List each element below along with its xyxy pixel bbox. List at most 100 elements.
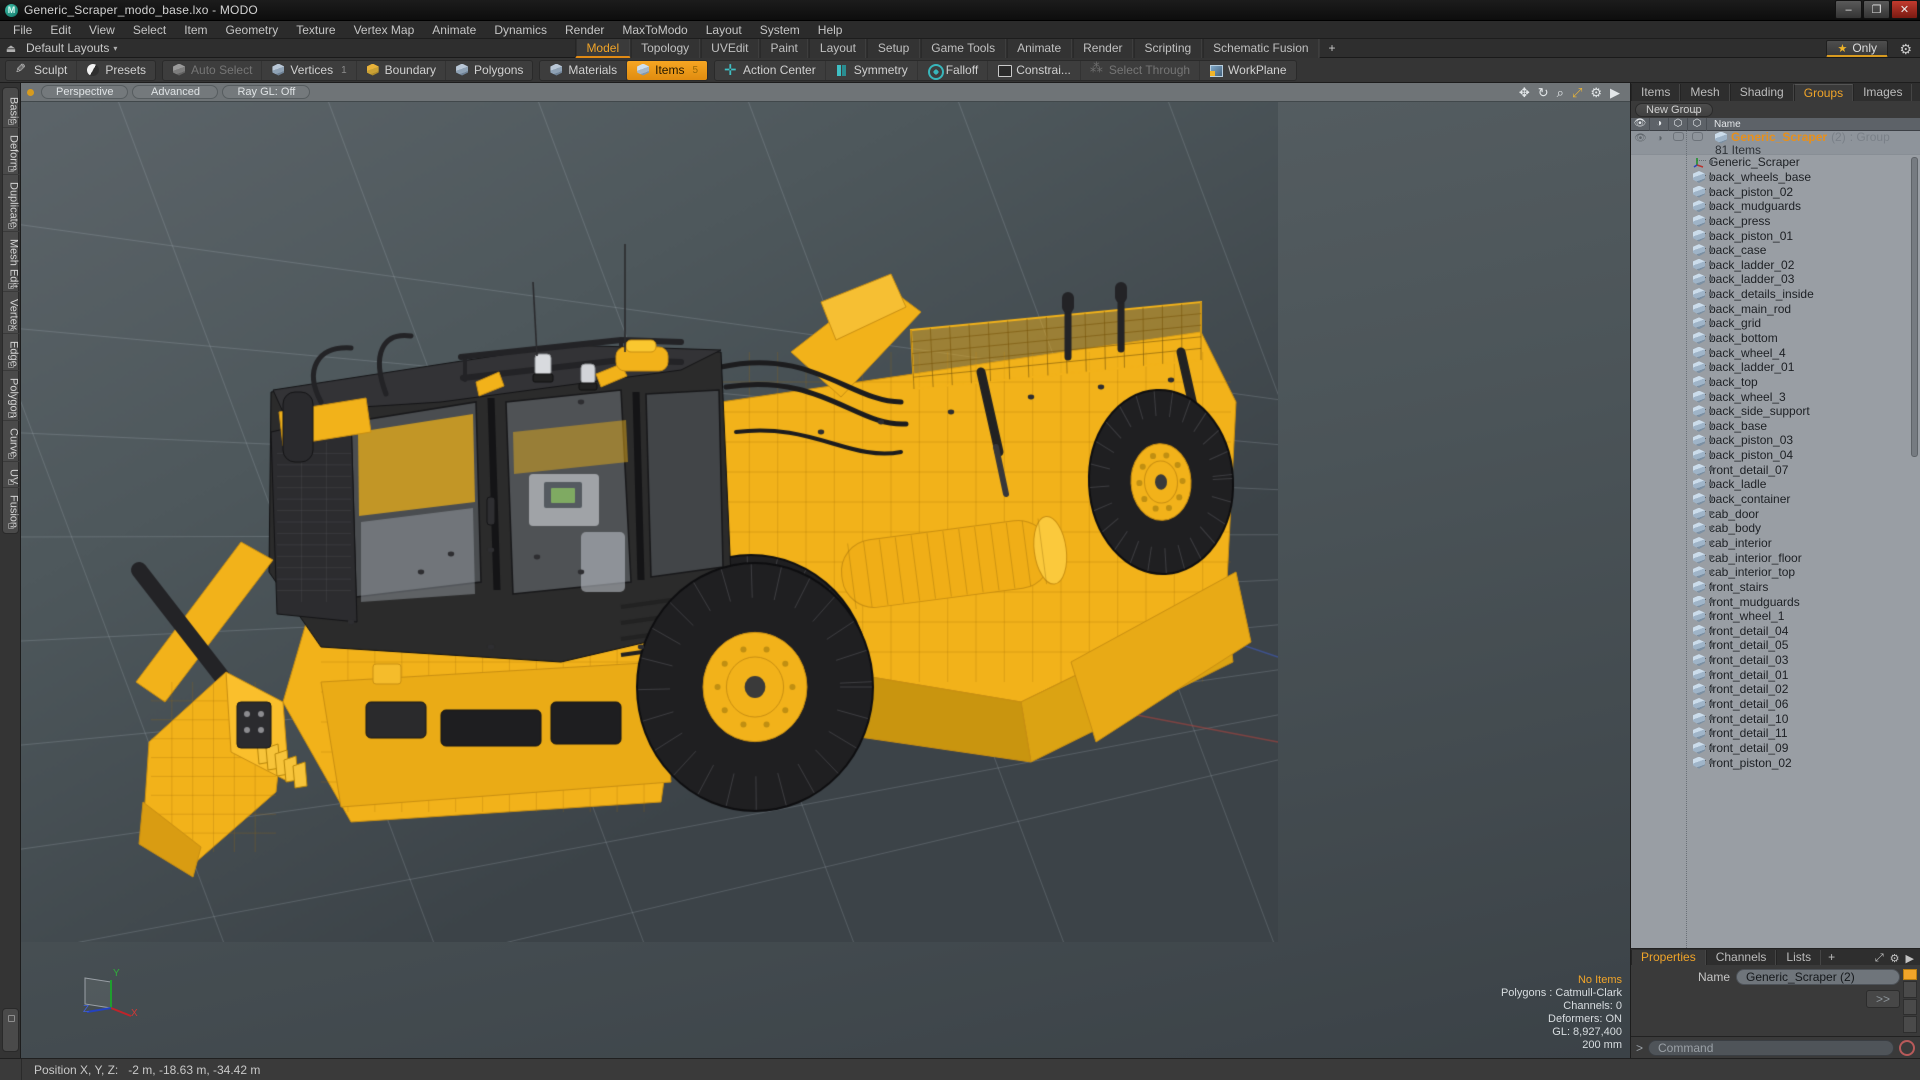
list-item[interactable]: back_piston_01 xyxy=(1631,228,1920,243)
list-item[interactable]: back_mudguards xyxy=(1631,199,1920,214)
vtab-duplicate[interactable]: Duplicate xyxy=(2,175,20,232)
vtab-vertex[interactable]: Vertex xyxy=(2,292,20,334)
tool-workplane[interactable]: WorkPlane xyxy=(1200,61,1295,80)
chevron-down-icon[interactable]: ▾ xyxy=(109,44,117,53)
list-item[interactable]: cab_interior_floor xyxy=(1631,550,1920,565)
menu-geometry[interactable]: Geometry xyxy=(217,21,288,39)
properties-side-strip[interactable] xyxy=(1903,969,1917,1034)
strip-segment[interactable] xyxy=(1903,998,1917,1016)
tool-boundary[interactable]: Boundary xyxy=(357,60,447,80)
menu-edit[interactable]: Edit xyxy=(41,21,80,39)
group-render-toggle[interactable]: ◑ xyxy=(1650,131,1669,145)
list-item[interactable]: back_case xyxy=(1631,243,1920,258)
group-row[interactable]: 👁 ◑ Generic_Scraper (2) : Group 81 Items xyxy=(1631,131,1920,157)
menu-layout[interactable]: Layout xyxy=(697,21,751,39)
tool-vertices[interactable]: Vertices 1 xyxy=(262,60,357,80)
menu-view[interactable]: View xyxy=(80,21,124,39)
list-item[interactable]: back_wheels_base xyxy=(1631,170,1920,185)
list-item[interactable]: front_detail_07 xyxy=(1631,462,1920,477)
layout-tab-game-tools[interactable]: Game Tools xyxy=(920,38,1007,58)
layout-tab-setup[interactable]: Setup xyxy=(866,38,921,58)
record-icon[interactable] xyxy=(1899,1039,1915,1056)
list-item[interactable]: back_base xyxy=(1631,419,1920,434)
menu-dynamics[interactable]: Dynamics xyxy=(485,21,556,39)
expand-icon[interactable]: ⤢ xyxy=(1875,952,1884,965)
menu-item[interactable]: Item xyxy=(175,21,216,39)
viewport-render[interactable] xyxy=(21,102,1278,942)
default-layouts-label[interactable]: Default Layouts xyxy=(22,41,109,55)
list-item[interactable]: back_wheel_4 xyxy=(1631,345,1920,360)
layout-tab-schematic-fusion[interactable]: Schematic Fusion xyxy=(1202,38,1320,58)
list-item[interactable]: back_piston_04 xyxy=(1631,448,1920,463)
layout-tab-paint[interactable]: Paint xyxy=(759,38,809,58)
col-cube-icon-1[interactable]: ⬡ xyxy=(1669,117,1688,131)
chevron-right-icon[interactable]: ▶ xyxy=(1610,86,1620,99)
list-item[interactable]: back_side_support xyxy=(1631,404,1920,419)
viewport-projection-selector[interactable]: Perspective xyxy=(41,85,129,99)
list-item[interactable]: front_detail_04 xyxy=(1631,624,1920,639)
right-tab-mesh-[interactable]: Mesh ... xyxy=(1680,84,1730,116)
list-item[interactable]: back_press xyxy=(1631,214,1920,229)
list-item[interactable]: cab_interior xyxy=(1631,536,1920,551)
list-item[interactable]: back_container xyxy=(1631,492,1920,507)
tool-sculpt[interactable]: Sculpt xyxy=(6,60,78,80)
menu-render[interactable]: Render xyxy=(556,21,613,39)
layout-tab-scripting[interactable]: Scripting xyxy=(1133,38,1203,58)
tool-action-center[interactable]: Action Center xyxy=(715,60,826,80)
list-item[interactable]: front_wheel_1 xyxy=(1631,609,1920,624)
list-item[interactable]: front_detail_10 xyxy=(1631,711,1920,726)
menu-system[interactable]: System xyxy=(751,21,809,39)
list-item[interactable]: back_details_inside xyxy=(1631,287,1920,302)
layout-tab-layout[interactable]: Layout xyxy=(808,38,867,58)
list-item[interactable]: back_wheel_3 xyxy=(1631,389,1920,404)
close-button[interactable]: ✕ xyxy=(1891,0,1918,19)
vtab-fusion[interactable]: Fusion xyxy=(3,488,20,531)
list-item[interactable]: front_stairs xyxy=(1631,580,1920,595)
layout-tab-animate[interactable]: Animate xyxy=(1006,38,1073,58)
menu-maxtomodo[interactable]: MaxToModo xyxy=(613,21,696,39)
list-item[interactable]: back_ladder_03 xyxy=(1631,272,1920,287)
vtab-edge[interactable]: Edge xyxy=(2,334,20,371)
tool-symmetry[interactable]: Symmetry xyxy=(826,60,918,80)
list-item[interactable]: front_detail_03 xyxy=(1631,653,1920,668)
list-item[interactable]: back_top xyxy=(1631,375,1920,390)
properties-tab-channels[interactable]: Channels xyxy=(1705,950,1777,965)
group-visibility-toggle[interactable]: 👁 xyxy=(1631,131,1650,145)
properties-tab-lists[interactable]: Lists xyxy=(1776,950,1822,965)
viewport-shading-selector[interactable]: Advanced xyxy=(132,85,219,99)
list-item[interactable]: front_detail_02 xyxy=(1631,682,1920,697)
list-item[interactable]: Generic_Scraper xyxy=(1631,155,1920,170)
list-item[interactable]: back_ladle xyxy=(1631,477,1920,492)
gear-icon[interactable]: ⚙ xyxy=(1590,86,1602,99)
gear-icon[interactable]: ⚙ xyxy=(1890,952,1900,965)
list-item[interactable]: front_detail_05 xyxy=(1631,638,1920,653)
layout-tab-model[interactable]: Model xyxy=(575,38,631,58)
rotate-icon[interactable]: ↻ xyxy=(1538,86,1549,99)
list-item[interactable]: back_grid xyxy=(1631,316,1920,331)
list-item[interactable]: back_piston_02 xyxy=(1631,184,1920,199)
list-item[interactable]: back_piston_03 xyxy=(1631,433,1920,448)
list-item[interactable]: cab_door xyxy=(1631,506,1920,521)
layout-tab-render[interactable]: Render xyxy=(1072,38,1134,58)
col-cube-icon-2[interactable]: ⬡ xyxy=(1688,117,1707,131)
zoom-icon[interactable]: ⌕ xyxy=(1557,86,1564,99)
tool-materials[interactable]: Materials xyxy=(540,60,628,80)
vtab-mesh-edit[interactable]: Mesh Edit xyxy=(2,232,20,292)
viewport-raygl-selector[interactable]: Ray GL: Off xyxy=(222,85,311,99)
layout-home-icon[interactable]: ⏏ xyxy=(0,42,22,55)
list-item[interactable]: cab_interior_top xyxy=(1631,565,1920,580)
viewport-menu-dot[interactable] xyxy=(27,88,34,96)
menu-select[interactable]: Select xyxy=(124,21,175,39)
list-item[interactable]: front_detail_09 xyxy=(1631,741,1920,756)
right-tab-images[interactable]: Images xyxy=(1853,84,1913,101)
properties-tab--[interactable]: + xyxy=(1821,950,1842,965)
menu-vertex-map[interactable]: Vertex Map xyxy=(345,21,424,39)
list-item[interactable]: back_ladder_01 xyxy=(1631,360,1920,375)
tool-constrai-[interactable]: Constrai... xyxy=(988,60,1081,80)
move-icon[interactable]: ✥ xyxy=(1519,86,1530,99)
layout-tab-uvedit[interactable]: UVEdit xyxy=(700,38,760,58)
strip-segment[interactable] xyxy=(1903,981,1917,998)
tool-auto-select[interactable]: Auto Select xyxy=(163,60,263,80)
tool-select-through[interactable]: Select Through xyxy=(1081,60,1201,80)
list-item[interactable]: back_ladder_02 xyxy=(1631,257,1920,272)
